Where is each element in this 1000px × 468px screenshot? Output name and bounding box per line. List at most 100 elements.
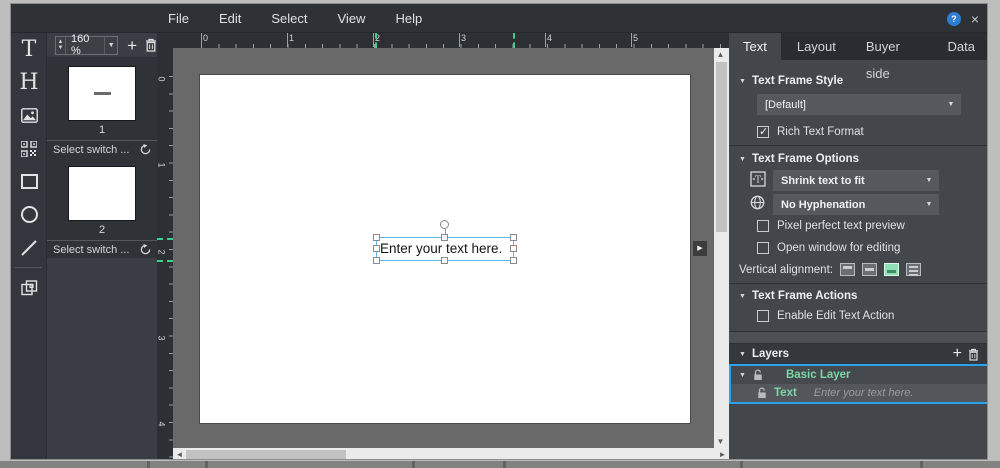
unlock-icon[interactable]: [757, 387, 767, 399]
document-page[interactable]: Enter your text here. ▶ T: [199, 74, 691, 424]
menu-help[interactable]: Help: [380, 4, 437, 33]
close-icon[interactable]: ×: [971, 12, 979, 26]
valign-top-icon[interactable]: [840, 263, 855, 276]
style-dropdown[interactable]: [Default] ▼: [757, 94, 961, 115]
tab-text[interactable]: Text: [729, 33, 781, 60]
heading-tool[interactable]: H: [11, 66, 47, 99]
tab-buyer-side[interactable]: Buyer side: [852, 33, 932, 60]
resize-handle-e[interactable]: [510, 245, 517, 252]
layer-row-basic-layer[interactable]: ▼ Basic Layer: [731, 366, 987, 384]
section-title: Text Frame Options: [752, 153, 859, 165]
open-window-checkbox[interactable]: [757, 242, 769, 254]
rectangle-tool[interactable]: [11, 165, 47, 198]
text-tool[interactable]: T: [11, 33, 47, 66]
line-tool[interactable]: [11, 231, 47, 264]
frame-expand-button[interactable]: ▶: [693, 241, 707, 256]
switch-icon[interactable]: [140, 144, 151, 155]
chevron-down-icon: ▼: [941, 101, 961, 108]
duplicate-frames-tool[interactable]: [11, 271, 47, 304]
layers-header[interactable]: ▼ Layers +: [729, 344, 988, 364]
horizontal-scroll-thumb[interactable]: [186, 450, 346, 459]
collapse-icon: ▼: [739, 372, 746, 379]
image-tool[interactable]: [11, 99, 47, 132]
section-text-frame-style[interactable]: ▼ Text Frame Style: [739, 75, 843, 87]
valign-bottom-icon[interactable]: [884, 263, 899, 276]
vertical-scroll-thumb[interactable]: [716, 62, 727, 232]
hyphenation-dropdown[interactable]: No Hyphenation ▼: [773, 194, 939, 215]
frame-right-guide: [513, 33, 515, 48]
valign-justify-icon[interactable]: [906, 263, 921, 276]
resize-handle-se[interactable]: [510, 257, 517, 264]
pixel-perfect-checkbox[interactable]: [757, 220, 769, 232]
page-number: 1: [47, 124, 157, 136]
frame-left-guide: [375, 33, 377, 48]
window-bottom-edge: [0, 461, 1000, 468]
resize-handle-ne[interactable]: [510, 234, 517, 241]
zoom-toolbar: ▲▼ 160 % ▼ +: [47, 33, 157, 58]
text-frame-content[interactable]: Enter your text here.: [380, 241, 502, 256]
scroll-left-icon[interactable]: ◄: [173, 448, 186, 460]
menu-file[interactable]: File: [153, 4, 204, 33]
ruler-number: 1: [157, 162, 167, 167]
section-divider: [729, 145, 988, 146]
resize-handle-s[interactable]: [441, 257, 448, 264]
page-caption: Select switch ...: [53, 244, 140, 256]
delete-page-icon[interactable]: [145, 38, 157, 52]
selected-text-frame[interactable]: Enter your text here. ▶ T: [376, 237, 514, 261]
canvas-area[interactable]: 0 1 2 3 4 5 Enter your text here.: [173, 33, 729, 460]
horizontal-scrollbar[interactable]: ◄ ►: [173, 448, 729, 460]
section-text-frame-options[interactable]: ▼ Text Frame Options: [739, 153, 859, 165]
enable-edit-label: Enable Edit Text Action: [777, 310, 894, 322]
page-thumbnail-1[interactable]: [68, 66, 136, 121]
enable-edit-checkbox[interactable]: [757, 310, 769, 322]
scroll-up-icon[interactable]: ▲: [714, 48, 727, 61]
barcode-tool[interactable]: [11, 132, 47, 165]
delete-layer-icon[interactable]: [968, 348, 979, 361]
rich-text-checkbox-row[interactable]: Rich Text Format: [757, 126, 864, 138]
page-caption-row[interactable]: Select switch ...: [47, 240, 157, 258]
ellipse-tool[interactable]: [11, 198, 47, 231]
add-layer-button[interactable]: +: [953, 345, 962, 363]
resize-handle-n[interactable]: [441, 234, 448, 241]
scroll-right-icon[interactable]: ►: [716, 448, 729, 460]
resize-handle-nw[interactable]: [373, 234, 380, 241]
page-caption-row[interactable]: Select switch ...: [47, 140, 157, 158]
menu-select[interactable]: Select: [256, 4, 322, 33]
zoom-dropdown-icon[interactable]: ▼: [104, 37, 117, 54]
zoom-stepper-icon[interactable]: ▲▼: [56, 37, 66, 54]
svg-text:T: T: [755, 176, 761, 186]
menu-view[interactable]: View: [323, 4, 381, 33]
app-window: File Edit Select View Help ? × T H: [10, 3, 988, 460]
layer-preview-text: Enter your text here.: [814, 387, 914, 399]
tab-data[interactable]: Data: [934, 33, 988, 60]
resize-handle-w[interactable]: [373, 245, 380, 252]
page-list: 1 Select switch ... 2 Select switch ...: [47, 58, 157, 258]
fit-mode-value: Shrink text to fit: [773, 175, 919, 187]
open-window-label: Open window for editing: [777, 242, 900, 254]
scroll-down-icon[interactable]: ▼: [714, 435, 727, 448]
valign-middle-icon[interactable]: [862, 263, 877, 276]
add-page-button[interactable]: +: [127, 37, 137, 54]
enable-edit-row[interactable]: Enable Edit Text Action: [757, 310, 894, 322]
page-thumbnail-2[interactable]: [68, 166, 136, 221]
open-window-row[interactable]: Open window for editing: [757, 242, 900, 254]
section-text-frame-actions[interactable]: ▼ Text Frame Actions: [739, 290, 857, 302]
menu-bar: File Edit Select View Help ? ×: [11, 4, 988, 33]
help-icon[interactable]: ?: [947, 12, 961, 26]
collapse-icon: ▼: [739, 78, 746, 85]
layer-row-text[interactable]: Text Enter your text here.: [731, 384, 987, 402]
fit-mode-dropdown[interactable]: Shrink text to fit ▼: [773, 170, 939, 191]
menu-edit[interactable]: Edit: [204, 4, 256, 33]
ruler-number: 2: [157, 249, 167, 254]
unlock-icon[interactable]: [753, 369, 763, 381]
pixel-perfect-row[interactable]: Pixel perfect text preview: [757, 220, 905, 232]
rotation-handle[interactable]: [440, 220, 449, 229]
resize-handle-sw[interactable]: [373, 257, 380, 264]
vertical-alignment-label: Vertical alignment:: [739, 264, 833, 276]
switch-icon[interactable]: [140, 244, 151, 255]
vertical-scrollbar[interactable]: ▲ ▼: [714, 48, 729, 448]
tab-layout[interactable]: Layout: [783, 33, 850, 60]
rich-text-label: Rich Text Format: [777, 126, 864, 138]
rich-text-checkbox[interactable]: [757, 126, 769, 138]
zoom-control[interactable]: ▲▼ 160 % ▼: [55, 36, 118, 55]
